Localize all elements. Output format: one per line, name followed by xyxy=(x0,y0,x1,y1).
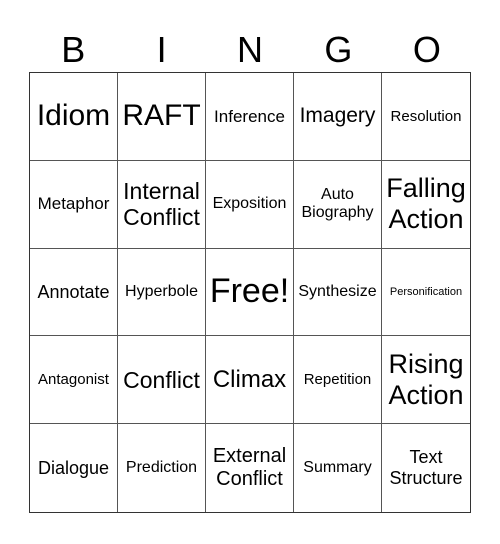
bingo-cell[interactable]: Resolution xyxy=(382,73,470,161)
bingo-board: Idiom RAFT Inference Imagery Resolution … xyxy=(29,72,471,513)
bingo-cell[interactable]: Falling Action xyxy=(382,161,470,249)
bingo-cell[interactable]: Dialogue xyxy=(30,424,118,512)
bingo-cell[interactable]: Hyperbole xyxy=(118,248,206,337)
bingo-cell[interactable]: Idiom xyxy=(30,73,118,161)
bingo-cell[interactable]: Text Structure xyxy=(382,424,470,512)
bingo-cell[interactable]: Inference xyxy=(206,73,294,161)
bingo-cell[interactable]: Imagery xyxy=(294,73,382,161)
bingo-cell[interactable]: Personification xyxy=(382,249,470,337)
bingo-cell[interactable]: Antagonist xyxy=(30,336,118,425)
bingo-cell[interactable]: Synthesize xyxy=(294,248,382,337)
bingo-cell[interactable]: Internal Conflict xyxy=(118,160,206,249)
bingo-cell[interactable]: Climax xyxy=(206,336,294,425)
free-space-cell[interactable]: Free! xyxy=(206,248,294,337)
bingo-cell[interactable]: Prediction xyxy=(118,424,206,512)
bingo-cell[interactable]: Repetition xyxy=(294,336,382,425)
header-letter-o: O xyxy=(412,29,441,70)
bingo-cell[interactable]: Conflict xyxy=(118,336,206,425)
bingo-cell[interactable]: Metaphor xyxy=(30,160,118,249)
bingo-cell[interactable]: RAFT xyxy=(118,73,206,161)
bingo-cell[interactable]: Annotate xyxy=(30,248,118,337)
header-letter-i: I xyxy=(156,29,167,70)
bingo-cell[interactable]: Exposition xyxy=(206,160,294,249)
header-letter-n: N xyxy=(237,29,264,70)
bingo-header: B I N G O xyxy=(29,28,471,72)
bingo-cell[interactable]: Summary xyxy=(294,424,382,512)
header-letter-g: G xyxy=(324,29,353,70)
bingo-cell[interactable]: External Conflict xyxy=(206,424,294,512)
header-letter-b: B xyxy=(61,29,86,70)
bingo-cell[interactable]: Auto Biography xyxy=(294,160,382,249)
bingo-cell[interactable]: Rising Action xyxy=(382,336,470,425)
